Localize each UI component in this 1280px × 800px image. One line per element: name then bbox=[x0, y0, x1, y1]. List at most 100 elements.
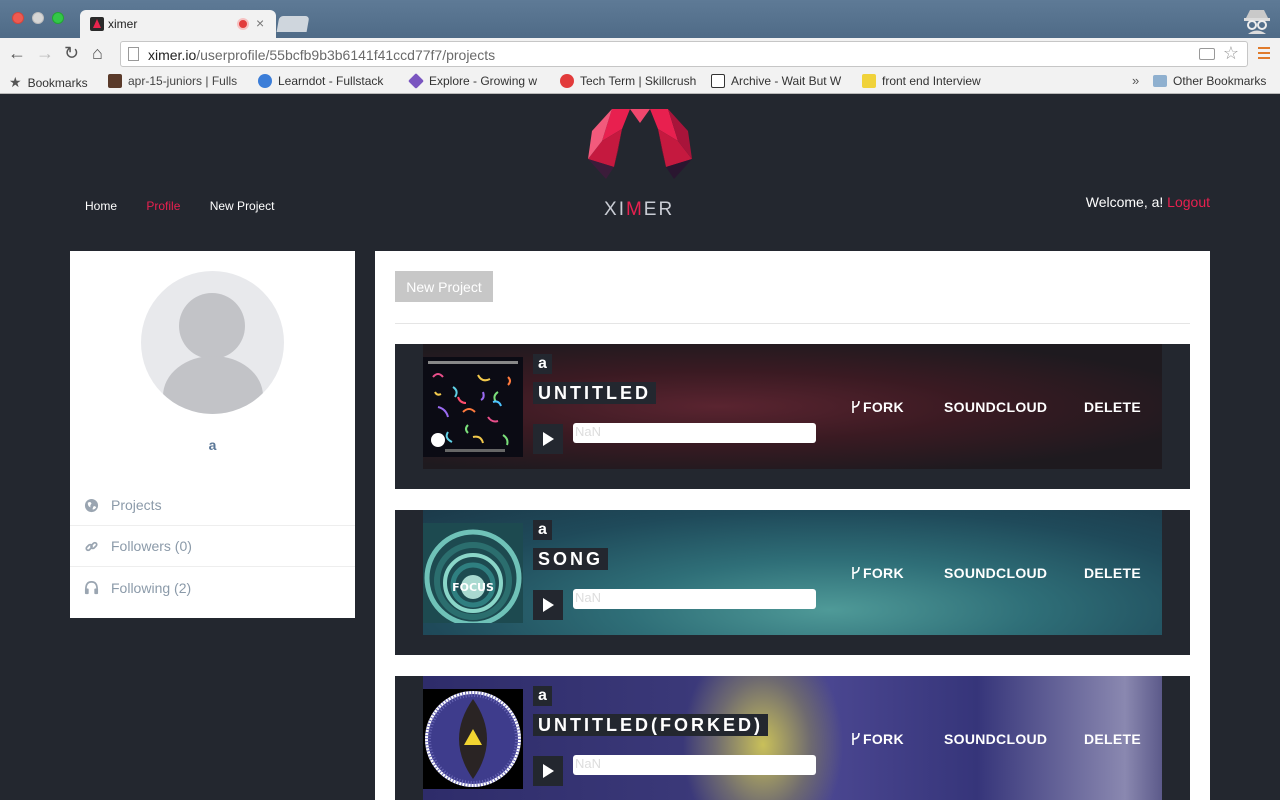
bookmark-label: front end Interview bbox=[882, 74, 981, 88]
album-cover-icon[interactable] bbox=[423, 357, 523, 457]
address-bar[interactable]: ximer.io/userprofile/55bcfb9b3b6141f41cc… bbox=[120, 41, 1248, 67]
new-tab-button[interactable] bbox=[276, 16, 310, 32]
main-nav: Home Profile New Project bbox=[85, 199, 300, 213]
play-button[interactable] bbox=[533, 756, 563, 786]
bookmark-label: Explore - Growing w bbox=[429, 74, 538, 88]
menu-label: Following (2) bbox=[111, 579, 192, 596]
album-cover-icon[interactable] bbox=[423, 689, 523, 789]
fork-button[interactable]: FORK bbox=[851, 565, 904, 581]
nav-new-project-link[interactable]: New Project bbox=[210, 199, 275, 213]
ximer-logo-icon[interactable] bbox=[584, 107, 696, 187]
play-button[interactable] bbox=[533, 424, 563, 454]
browser-tab[interactable]: ximer × bbox=[80, 10, 276, 38]
chrome-menu-icon[interactable] bbox=[1258, 47, 1270, 61]
delete-button[interactable]: DELETE bbox=[1084, 731, 1141, 747]
profile-card: a Projects Followers (0) Following (2) bbox=[70, 251, 355, 618]
maximize-window-button[interactable] bbox=[52, 12, 64, 24]
explore-icon bbox=[408, 73, 424, 89]
bookmarks-bar: ★ Bookmarks apr-15-juniors | Fulls Learn… bbox=[0, 70, 1280, 94]
other-bookmarks-label: Other Bookmarks bbox=[1173, 74, 1267, 88]
soundcloud-button[interactable]: SOUNDCLOUD bbox=[944, 731, 1047, 747]
page-icon bbox=[128, 47, 139, 61]
link-icon bbox=[85, 541, 98, 551]
avatar bbox=[141, 271, 284, 414]
more-bookmarks-icon[interactable]: » bbox=[1132, 73, 1139, 88]
other-bookmarks-folder[interactable]: Other Bookmarks bbox=[1153, 74, 1266, 88]
project-owner[interactable]: a bbox=[533, 354, 552, 374]
soundcloud-button[interactable]: SOUNDCLOUD bbox=[944, 399, 1047, 415]
bookmark-item[interactable]: Explore - Growing w bbox=[408, 73, 538, 89]
profile-menu: Projects Followers (0) Following (2) bbox=[70, 485, 355, 608]
progress-bar[interactable]: NaN bbox=[573, 423, 816, 443]
brand-wordmark: XIMER bbox=[604, 199, 675, 220]
album-cover-icon[interactable]: FOCUS bbox=[423, 523, 523, 623]
bookmark-item[interactable]: front end Interview bbox=[862, 74, 981, 88]
bookmark-star-icon[interactable]: ☆ bbox=[1223, 43, 1239, 64]
tab-close-icon[interactable]: × bbox=[256, 15, 264, 31]
minimize-window-button[interactable] bbox=[32, 12, 44, 24]
menu-label: Projects bbox=[111, 497, 162, 513]
soundcloud-button[interactable]: SOUNDCLOUD bbox=[944, 565, 1047, 581]
bookmark-label: Learndot - Fullstack bbox=[278, 74, 384, 88]
browser-toolbar: ← → ↻ ⌂ ximer.io/userprofile/55bcfb9b3b6… bbox=[0, 38, 1280, 70]
forward-arrow-icon[interactable]: → bbox=[36, 43, 54, 63]
bookmark-item[interactable]: Archive - Wait But W bbox=[711, 74, 841, 88]
fork-button[interactable]: FORK bbox=[851, 731, 904, 747]
delete-button[interactable]: DELETE bbox=[1084, 399, 1141, 415]
profile-menu-following[interactable]: Following (2) bbox=[70, 567, 355, 608]
bookmark-label: Bookmarks bbox=[27, 75, 88, 90]
close-window-button[interactable] bbox=[12, 12, 24, 24]
project-owner[interactable]: a bbox=[533, 686, 552, 706]
project-row: a UNTITLED NaN FORK SOUNDCLOUD DELETE bbox=[395, 344, 1190, 489]
js-icon bbox=[862, 74, 876, 88]
project-row: FOCUS a SONG NaN FORK SOUNDCLOUD DELETE bbox=[395, 510, 1190, 655]
project-title[interactable]: UNTITLED(FORKED) bbox=[533, 714, 768, 736]
bookmark-label: Archive - Wait But W bbox=[731, 74, 842, 88]
projects-panel: New Project a UNTITLED NaN FORK SOUNDCLO… bbox=[375, 251, 1210, 800]
bookmark-item[interactable]: ★ Bookmarks bbox=[9, 74, 88, 91]
folder-icon bbox=[1153, 75, 1167, 87]
back-arrow-icon[interactable]: ← bbox=[8, 43, 26, 63]
delete-button[interactable]: DELETE bbox=[1084, 565, 1141, 581]
waitbutwhy-icon bbox=[711, 74, 725, 88]
welcome-text: Welcome, a! bbox=[1085, 194, 1164, 210]
progress-bar[interactable]: NaN bbox=[573, 755, 816, 775]
project-title[interactable]: SONG bbox=[533, 548, 609, 570]
divider bbox=[395, 323, 1190, 324]
reload-icon[interactable]: ↻ bbox=[64, 43, 79, 63]
star-icon: ★ bbox=[9, 74, 22, 90]
incognito-icon bbox=[1244, 10, 1270, 34]
project-title[interactable]: UNTITLED bbox=[533, 382, 656, 404]
project-banner: a UNTITLED NaN FORK SOUNDCLOUD DELETE bbox=[423, 344, 1162, 469]
bookmark-item[interactable]: Tech Term | Skillcrush bbox=[560, 74, 696, 88]
recording-icon bbox=[237, 18, 249, 30]
nav-profile-link[interactable]: Profile bbox=[146, 199, 180, 213]
bookmark-item[interactable]: apr-15-juniors | Fulls bbox=[108, 74, 237, 88]
home-icon[interactable]: ⌂ bbox=[92, 43, 103, 63]
svg-text:FOCUS: FOCUS bbox=[452, 581, 494, 594]
bookmark-item[interactable]: Learndot - Fullstack bbox=[258, 74, 383, 88]
progress-bar[interactable]: NaN bbox=[573, 589, 816, 609]
profile-menu-followers[interactable]: Followers (0) bbox=[70, 526, 355, 567]
skillcrush-icon bbox=[560, 74, 574, 88]
project-banner: a UNTITLED(FORKED) NaN FORK SOUNDCLOUD D… bbox=[423, 676, 1162, 800]
fork-icon bbox=[852, 400, 860, 413]
logout-link[interactable]: Logout bbox=[1167, 194, 1210, 210]
play-button[interactable] bbox=[533, 590, 563, 620]
headphones-icon bbox=[84, 581, 99, 595]
fork-button[interactable]: FORK bbox=[851, 399, 904, 415]
project-owner[interactable]: a bbox=[533, 520, 552, 540]
camera-icon[interactable] bbox=[1199, 48, 1215, 60]
tab-title: ximer bbox=[108, 17, 138, 31]
project-row: a UNTITLED(FORKED) NaN FORK SOUNDCLOUD D… bbox=[395, 676, 1190, 800]
bookmark-label: Tech Term | Skillcrush bbox=[580, 74, 697, 88]
ximer-favicon-icon bbox=[90, 17, 104, 31]
profile-menu-projects[interactable]: Projects bbox=[70, 485, 355, 526]
browser-tab-strip: ximer × bbox=[0, 0, 1280, 38]
nav-home-link[interactable]: Home bbox=[85, 199, 117, 213]
url-text: ximer.io/userprofile/55bcfb9b3b6141f41cc… bbox=[148, 47, 496, 63]
menu-label: Followers (0) bbox=[111, 538, 192, 554]
fork-icon bbox=[852, 566, 860, 579]
bookmark-label: apr-15-juniors | Fulls bbox=[128, 74, 238, 88]
new-project-button[interactable]: New Project bbox=[395, 271, 493, 302]
